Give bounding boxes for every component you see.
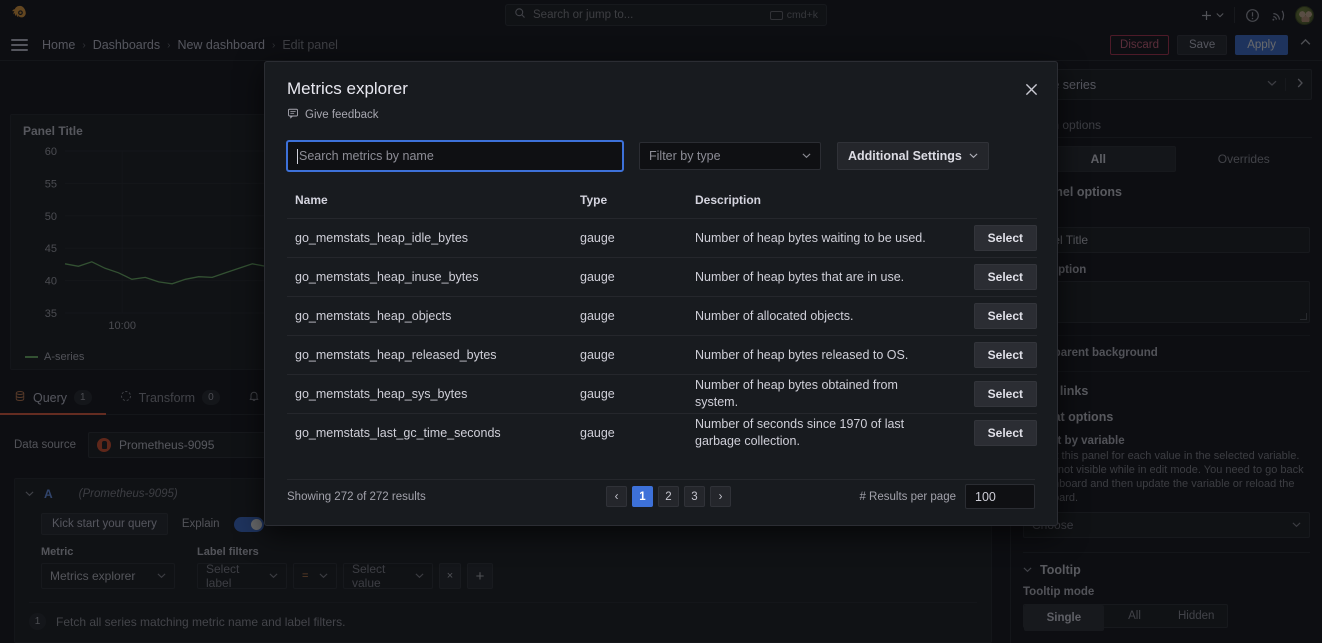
metric-name: go_memstats_heap_sys_bytes (295, 387, 580, 401)
table-header: Name Type Description (287, 186, 1037, 218)
table-row: go_memstats_heap_objectsgaugeNumber of a… (287, 296, 1037, 335)
metric-type: gauge (580, 231, 695, 245)
filter-by-type-select[interactable]: Filter by type (639, 142, 821, 170)
modal-controls: Search metrics by name Filter by type Ad… (287, 141, 989, 171)
metric-description: Number of heap bytes obtained from syste… (695, 377, 953, 411)
metrics-explorer-modal: Metrics explorer Give feedback Search me… (264, 61, 1058, 526)
pagination-next[interactable]: › (710, 486, 731, 507)
pagination-page-2[interactable]: 2 (658, 486, 679, 507)
modal-footer: Showing 272 of 272 results ‹ 1 2 3 › # R… (287, 479, 1035, 513)
column-header-type: Type (580, 193, 695, 207)
pagination-prev[interactable]: ‹ (606, 486, 627, 507)
select-metric-button[interactable]: Select (974, 342, 1037, 368)
select-metric-button[interactable]: Select (974, 225, 1037, 251)
metric-name: go_memstats_heap_inuse_bytes (295, 270, 580, 284)
results-per-page-group: # Results per page 100 (859, 484, 1035, 509)
select-metric-button[interactable]: Select (974, 420, 1037, 446)
chevron-down-icon (802, 151, 811, 162)
search-input[interactable]: Search metrics by name (287, 141, 623, 171)
metric-name: go_memstats_heap_released_bytes (295, 348, 580, 362)
give-feedback-label: Give feedback (305, 109, 379, 121)
table-row: go_memstats_heap_idle_bytesgaugeNumber o… (287, 218, 1037, 257)
metric-type: gauge (580, 348, 695, 362)
metric-description: Number of heap bytes that are in use. (695, 269, 953, 286)
metric-description: Number of allocated objects. (695, 308, 953, 325)
metrics-table: Name Type Description go_memstats_heap_i… (287, 186, 1037, 452)
table-body: go_memstats_heap_idle_bytesgaugeNumber o… (287, 218, 1037, 452)
results-count: Showing 272 of 272 results (287, 491, 426, 503)
metric-description: Number of heap bytes released to OS. (695, 347, 953, 364)
metric-name: go_memstats_heap_idle_bytes (295, 231, 580, 245)
filter-by-type-placeholder: Filter by type (649, 149, 721, 163)
metric-name: go_memstats_last_gc_time_seconds (295, 426, 580, 440)
additional-settings-label: Additional Settings (848, 149, 962, 163)
close-icon[interactable] (1018, 76, 1044, 102)
pagination-page-3[interactable]: 3 (684, 486, 705, 507)
metric-description: Number of seconds since 1970 of last gar… (695, 416, 953, 450)
modal-title: Metrics explorer (287, 79, 1057, 99)
search-placeholder: Search metrics by name (299, 149, 434, 163)
column-header-name: Name (295, 193, 580, 207)
results-per-page-label: # Results per page (859, 491, 956, 503)
select-metric-button[interactable]: Select (974, 303, 1037, 329)
comment-icon (287, 107, 299, 122)
pagination: ‹ 1 2 3 › (606, 486, 731, 507)
table-row: go_memstats_heap_inuse_bytesgaugeNumber … (287, 257, 1037, 296)
column-header-description: Description (695, 193, 953, 207)
give-feedback-link[interactable]: Give feedback (287, 107, 379, 122)
select-metric-button[interactable]: Select (974, 264, 1037, 290)
select-metric-button[interactable]: Select (974, 381, 1037, 407)
metric-type: gauge (580, 309, 695, 323)
chevron-down-icon (969, 151, 978, 162)
metric-type: gauge (580, 426, 695, 440)
metric-name: go_memstats_heap_objects (295, 309, 580, 323)
metric-type: gauge (580, 387, 695, 401)
table-row: go_memstats_last_gc_time_secondsgaugeNum… (287, 413, 1037, 452)
table-row: go_memstats_heap_released_bytesgaugeNumb… (287, 335, 1037, 374)
additional-settings-button[interactable]: Additional Settings (837, 142, 989, 170)
metric-type: gauge (580, 270, 695, 284)
results-per-page-input[interactable]: 100 (965, 484, 1035, 509)
results-per-page-value: 100 (975, 490, 996, 504)
metric-description: Number of heap bytes waiting to be used. (695, 230, 953, 247)
table-row: go_memstats_heap_sys_bytesgaugeNumber of… (287, 374, 1037, 413)
text-caret (297, 149, 298, 164)
column-header-action (953, 193, 1037, 207)
pagination-page-1[interactable]: 1 (632, 486, 653, 507)
